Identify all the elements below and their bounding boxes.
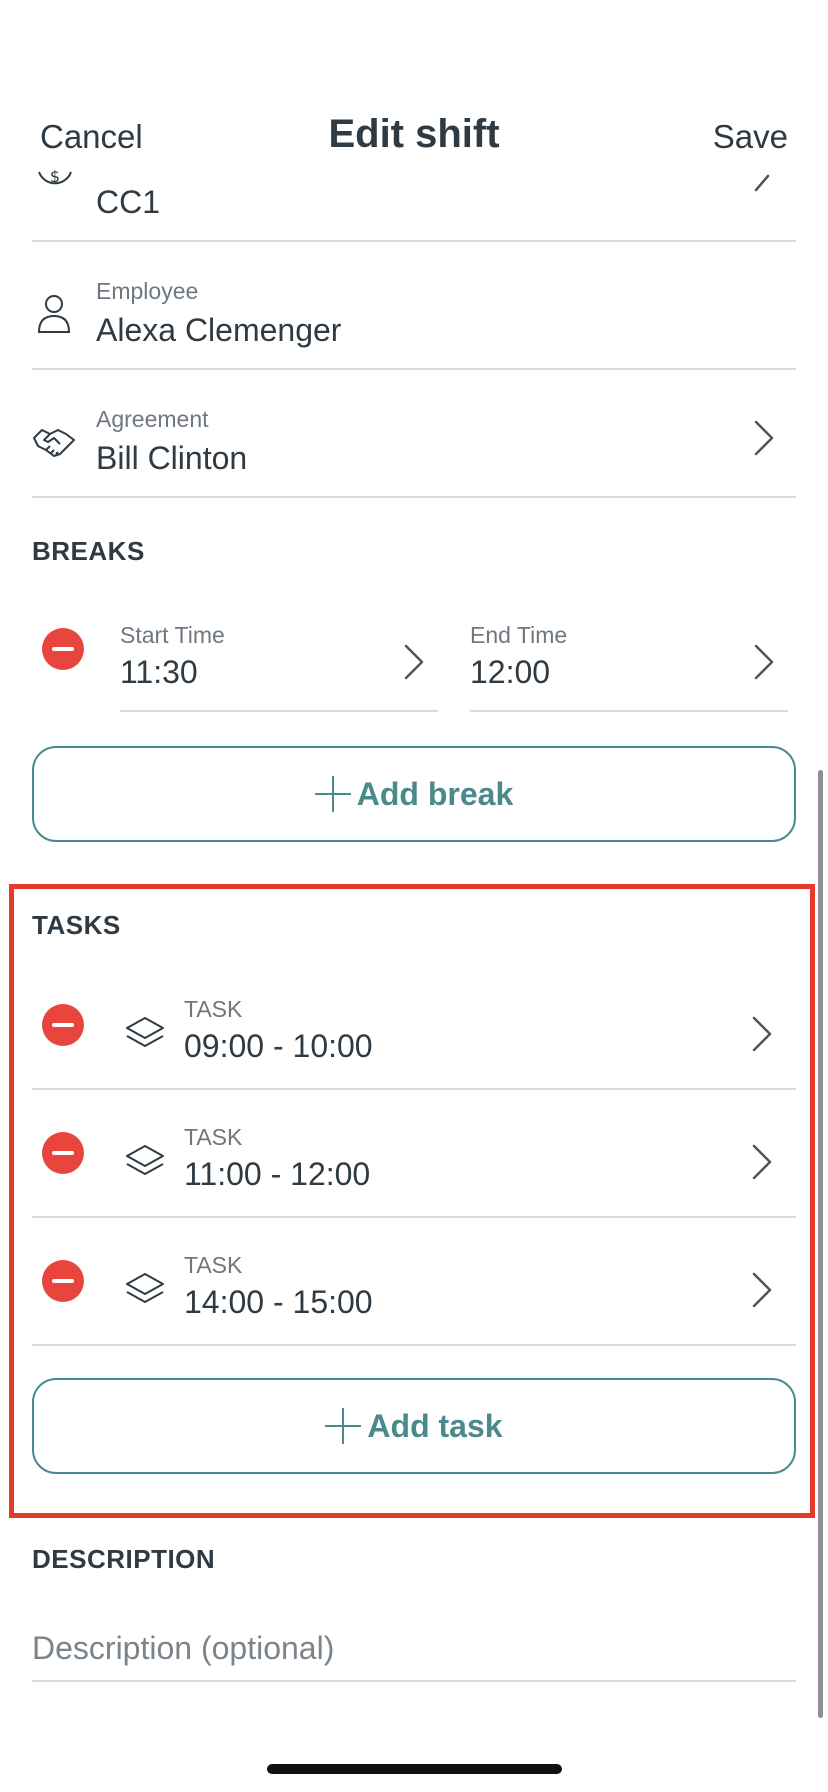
task-label: TASK xyxy=(184,996,243,1022)
person-icon xyxy=(37,295,71,333)
add-task-button[interactable]: Add task xyxy=(32,1378,796,1474)
cost-center-row[interactable]: $ CC1 xyxy=(32,166,796,238)
chevron-right-icon xyxy=(752,1144,772,1180)
task-time: 14:00 - 15:00 xyxy=(184,1284,373,1320)
task-row[interactable]: TASK 11:00 - 12:00 xyxy=(120,1118,796,1218)
breaks-section-title: BREAKS xyxy=(32,536,145,566)
task-time: 09:00 - 10:00 xyxy=(184,1028,373,1064)
divider xyxy=(32,496,796,498)
start-time-value: 11:30 xyxy=(120,654,198,690)
employee-value: Alexa Clemenger xyxy=(96,312,342,348)
description-input[interactable]: Description (optional) xyxy=(32,1630,796,1667)
chevron-right-icon xyxy=(404,644,424,680)
divider xyxy=(32,1344,796,1346)
add-break-label: Add break xyxy=(356,775,514,812)
dollar-circle-icon: $ xyxy=(38,167,72,186)
task-label: TASK xyxy=(184,1252,243,1278)
agreement-label: Agreement xyxy=(96,406,209,432)
scrollbar[interactable] xyxy=(818,770,823,1718)
end-time-label: End Time xyxy=(470,622,568,648)
save-button[interactable]: Save xyxy=(713,118,788,156)
remove-task-button[interactable] xyxy=(42,1132,84,1174)
divider xyxy=(32,240,796,242)
home-indicator xyxy=(267,1764,562,1774)
task-time: 11:00 - 12:00 xyxy=(184,1156,371,1192)
page-title: Edit shift xyxy=(328,112,500,156)
break-end-time-field[interactable]: End Time 12:00 xyxy=(470,616,788,712)
divider xyxy=(32,1216,796,1218)
employee-row[interactable]: Employee Alexa Clemenger xyxy=(32,276,796,366)
add-task-label: Add task xyxy=(367,1407,503,1444)
end-time-value: 12:00 xyxy=(470,654,551,690)
employee-label: Employee xyxy=(96,278,199,304)
description-section-title: DESCRIPTION xyxy=(32,1544,216,1574)
chevron-right-icon xyxy=(754,644,774,680)
plus-icon xyxy=(325,1408,362,1444)
layers-icon xyxy=(126,1273,164,1303)
divider xyxy=(32,1680,796,1682)
chevron-right-icon xyxy=(754,420,774,456)
add-break-button[interactable]: Add break xyxy=(32,746,796,842)
divider xyxy=(120,710,438,712)
start-time-label: Start Time xyxy=(120,622,225,648)
remove-task-button[interactable] xyxy=(42,1004,84,1046)
task-row[interactable]: TASK 09:00 - 10:00 xyxy=(120,990,796,1090)
plus-icon xyxy=(314,776,351,812)
layers-icon xyxy=(126,1017,164,1047)
divider xyxy=(470,710,788,712)
divider xyxy=(32,1088,796,1090)
agreement-value: Bill Clinton xyxy=(96,440,248,476)
task-row[interactable]: TASK 14:00 - 15:00 xyxy=(120,1246,796,1346)
handshake-icon xyxy=(33,429,75,457)
remove-task-button[interactable] xyxy=(42,1260,84,1302)
remove-break-button[interactable] xyxy=(42,628,84,670)
layers-icon xyxy=(126,1145,164,1175)
task-label: TASK xyxy=(184,1124,243,1150)
agreement-row[interactable]: Agreement Bill Clinton xyxy=(32,404,796,494)
tasks-section-title: TASKS xyxy=(32,910,121,940)
chevron-right-icon xyxy=(754,174,770,192)
break-start-time-field[interactable]: Start Time 11:30 xyxy=(120,616,438,712)
svg-text:$: $ xyxy=(50,167,60,186)
chevron-right-icon xyxy=(752,1016,772,1052)
divider xyxy=(32,368,796,370)
chevron-right-icon xyxy=(752,1272,772,1308)
cost-center-value: CC1 xyxy=(96,184,161,220)
